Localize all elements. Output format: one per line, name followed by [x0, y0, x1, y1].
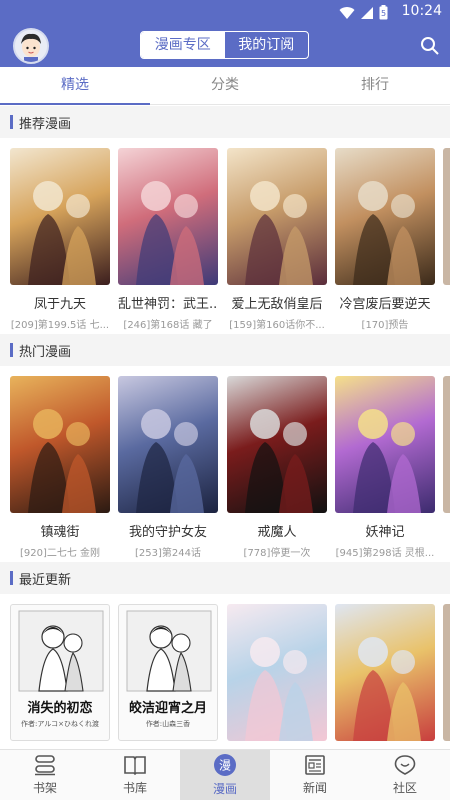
section-header: 推荐漫画 — [0, 106, 450, 138]
tab-categories[interactable]: 分类 — [150, 67, 300, 104]
section-header: 最近更新 — [0, 562, 450, 594]
section-popular: 热门漫画 镇魂街 [920]二七七 金刚 我的守护女友 [253]第244话 戒魔人 [7… — [0, 334, 450, 562]
section-title: 推荐漫画 — [19, 116, 72, 132]
status-bar: 5 10:24 — [0, 0, 450, 24]
status-time: 10:24 — [401, 3, 442, 19]
segment-control: 漫画专区 我的订阅 — [140, 31, 309, 59]
bookshelf-icon — [35, 755, 55, 776]
comic-cover[interactable] — [10, 148, 110, 285]
segment-manga-zone[interactable]: 漫画专区 — [141, 32, 225, 58]
status-icons: 5 — [339, 5, 388, 20]
comic-cover-partial[interactable] — [443, 148, 450, 285]
book-cover-author: 作者:アルコ×ひねくれ渡 — [20, 720, 99, 728]
nav-label: 新闻 — [302, 781, 327, 795]
comic-latest-chapter: [209]第199.5话 七... — [10, 320, 110, 331]
news-icon — [305, 755, 325, 775]
battery-icon: 5 — [379, 5, 388, 20]
comic-row[interactable]: 消失的初恋 作者:アルコ×ひねくれ渡 皎洁迎宵之月 作者:山森三香 — [0, 594, 450, 749]
comic-latest-chapter: [246]第168话 藏了 — [123, 320, 213, 331]
comic-title: 爱上无敌俏皇后 — [231, 297, 323, 312]
section-header: 热门漫画 — [0, 334, 450, 366]
comic-cover[interactable] — [335, 376, 435, 513]
comic-latest-chapter: [159]第160话你不... — [229, 320, 325, 331]
comic-card[interactable]: 冷宫废后要逆天 [170]预告 — [335, 148, 435, 331]
book-library-icon — [124, 756, 146, 776]
signal-icon — [361, 6, 373, 19]
nav-community[interactable]: 社区 — [360, 750, 450, 800]
search-icon[interactable] — [420, 36, 440, 56]
comic-cover[interactable] — [227, 376, 327, 513]
manga-icon-glyph: 漫 — [219, 759, 231, 773]
section-recent-updates: 最近更新 消失的初恋 作者:アルコ×ひねくれ渡 皎洁迎宵之月 作者:山森三香 — [0, 562, 450, 749]
content-scroll[interactable]: 推荐漫画 凤于九天 [209]第199.5话 七... 乱世神罚：武王... [246… — [0, 106, 450, 749]
book-cover-title: 消失的初恋 — [27, 701, 93, 716]
comic-card[interactable] — [335, 604, 435, 741]
comic-title: 戒魔人 — [257, 525, 297, 540]
svg-text:5: 5 — [381, 9, 386, 18]
app-header: 漫画专区 我的订阅 — [0, 24, 450, 67]
comic-card[interactable]: 乱世神罚：武王... [246]第168话 藏了 — [118, 148, 218, 331]
nav-news[interactable]: 新闻 — [270, 750, 360, 800]
comic-row[interactable]: 凤于九天 [209]第199.5话 七... 乱世神罚：武王... [246]第168… — [0, 138, 450, 334]
nav-label: 书库 — [122, 781, 147, 795]
comic-cover[interactable] — [335, 148, 435, 285]
comic-card[interactable]: 爱上无敌俏皇后 [159]第160话你不... — [227, 148, 327, 331]
nav-bookshelf[interactable]: 书架 — [0, 750, 90, 800]
community-icon — [394, 755, 416, 775]
comic-title: 凤于九天 — [33, 297, 86, 312]
comic-latest-chapter: [778]停更一次 — [243, 548, 311, 559]
comic-latest-chapter: [945]第298话 灵根... — [335, 548, 435, 559]
nav-label: 漫画 — [212, 782, 237, 796]
comic-card[interactable]: 我的守护女友 [253]第244话 — [118, 376, 218, 559]
tab-featured[interactable]: 精选 — [0, 67, 150, 105]
section-title: 最近更新 — [19, 572, 72, 588]
book-cover-author: 作者:山森三香 — [145, 720, 191, 728]
manga-icon: 漫 — [214, 754, 236, 776]
comic-cover[interactable] — [227, 604, 327, 741]
nav-library[interactable]: 书库 — [90, 750, 180, 800]
comic-card[interactable]: 妖神记 [945]第298话 灵根... — [335, 376, 435, 559]
book-cover-title: 皎洁迎宵之月 — [128, 701, 207, 716]
comic-cover-partial[interactable] — [443, 604, 450, 741]
comic-cover[interactable] — [10, 376, 110, 513]
comic-cover[interactable] — [227, 148, 327, 285]
comic-card[interactable]: 戒魔人 [778]停更一次 — [227, 376, 327, 559]
comic-cover-partial[interactable] — [443, 376, 450, 513]
nav-label: 书架 — [32, 781, 57, 795]
top-tabs: 精选 分类 排行 — [0, 67, 450, 105]
comic-title: 镇魂街 — [40, 525, 80, 540]
comic-latest-chapter: [170]预告 — [361, 320, 409, 331]
comic-card[interactable]: 皎洁迎宵之月作者:山森三香 — [118, 604, 218, 741]
comic-title: 乱世神罚：武王... — [118, 297, 218, 312]
comic-card[interactable]: 消失的初恋作者:アルコ×ひねくれ渡 — [10, 604, 110, 741]
comic-title: 我的守护女友 — [128, 525, 207, 540]
comic-card[interactable]: 镇魂街 [920]二七七 金刚 — [10, 376, 110, 559]
bottom-nav: 书架 书库 漫 漫画 新闻 社区 — [0, 749, 450, 800]
comic-row[interactable]: 镇魂街 [920]二七七 金刚 我的守护女友 [253]第244话 戒魔人 [778]停更… — [0, 366, 450, 562]
section-title: 热门漫画 — [19, 344, 72, 360]
section-marker — [10, 115, 13, 129]
comic-cover[interactable] — [118, 148, 218, 285]
section-marker — [10, 343, 13, 357]
nav-manga[interactable]: 漫 漫画 — [180, 750, 270, 800]
nav-label: 社区 — [392, 781, 417, 795]
comic-card[interactable] — [227, 604, 327, 741]
avatar[interactable] — [13, 28, 49, 64]
section-recommended: 推荐漫画 凤于九天 [209]第199.5话 七... 乱世神罚：武王... [246… — [0, 106, 450, 334]
comic-title: 妖神记 — [365, 525, 405, 540]
comic-latest-chapter: [253]第244话 — [135, 548, 201, 559]
comic-card[interactable]: 凤于九天 [209]第199.5话 七... — [10, 148, 110, 331]
comic-cover[interactable]: 皎洁迎宵之月作者:山森三香 — [118, 604, 218, 741]
comic-cover[interactable] — [118, 376, 218, 513]
section-marker — [10, 571, 13, 585]
comic-latest-chapter: [920]二七七 金刚 — [19, 548, 101, 559]
comic-cover[interactable] — [335, 604, 435, 741]
wifi-icon — [339, 6, 355, 19]
tab-rankings[interactable]: 排行 — [300, 67, 450, 104]
comic-title: 冷宫废后要逆天 — [339, 297, 431, 312]
segment-my-subscriptions[interactable]: 我的订阅 — [225, 32, 309, 58]
comic-cover[interactable]: 消失的初恋作者:アルコ×ひねくれ渡 — [10, 604, 110, 741]
